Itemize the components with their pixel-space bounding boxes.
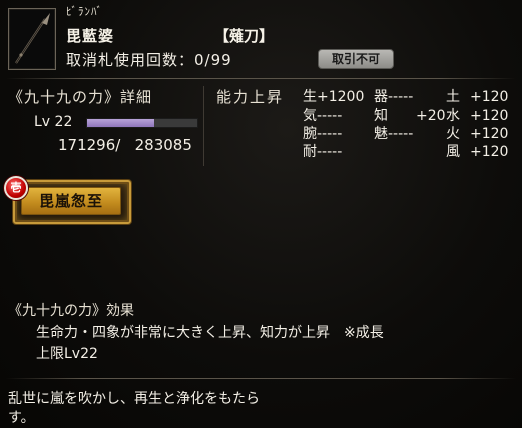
stat-intelligence: 知 +20 <box>374 108 446 124</box>
divider <box>6 78 516 79</box>
experience-bar-fill <box>87 119 155 127</box>
stat-dexterity: 器----- <box>374 89 414 105</box>
cancel-card-count: 取消札使用回数：0/99 <box>66 51 232 69</box>
stat-ki: 気----- <box>303 108 343 124</box>
stat-fire: 火 +120 <box>446 126 509 142</box>
stat-endurance: 耐----- <box>303 144 343 160</box>
naginata-icon <box>15 13 50 64</box>
character-name: 毘藍婆 <box>66 27 115 45</box>
weapon-type: 【薙刀】 <box>214 27 275 45</box>
name-reading: ﾋﾞﾗﾝﾊﾞ <box>66 5 103 18</box>
stat-earth: 土 +120 <box>446 89 509 105</box>
skill-name: 毘嵐怱至 <box>38 192 103 210</box>
flavor-text: 乱世に嵐を吹かし、再生と浄化をもたら <box>8 391 260 407</box>
effect-title: 《九十九の力》効果 <box>8 303 134 319</box>
experience-value: 171296/ 283085 <box>58 136 192 154</box>
skill-detail-title: 《九十九の力》詳細 <box>8 88 153 106</box>
untradeable-badge: 取引不可 <box>318 49 394 69</box>
experience-bar <box>86 118 198 128</box>
skill-rank-text: 壱 <box>10 181 22 194</box>
effect-description: 生命力・四象が非常に大きく上昇、知力が上昇 ※成長 <box>36 325 384 341</box>
item-portrait <box>8 8 56 70</box>
stat-hp: 生+1200 <box>303 89 365 105</box>
skill-level: Lv 22 <box>34 114 73 130</box>
vertical-divider <box>203 86 204 166</box>
stat-water: 水 +120 <box>446 108 509 124</box>
skill-rank-mark: 壱 <box>4 176 28 200</box>
stat-charm: 魅----- <box>374 126 414 142</box>
flavor-text-cont: す。 <box>8 410 35 426</box>
effect-description-cont: 上限Lv22 <box>36 346 98 362</box>
skill-button[interactable]: 毘嵐怱至 <box>13 180 131 224</box>
skill-button-face: 毘嵐怱至 <box>21 187 121 215</box>
stat-wind: 風 +120 <box>446 144 509 160</box>
stat-strength: 腕----- <box>303 126 343 142</box>
divider <box>6 378 516 379</box>
ability-title: 能力上昇 <box>216 88 285 106</box>
